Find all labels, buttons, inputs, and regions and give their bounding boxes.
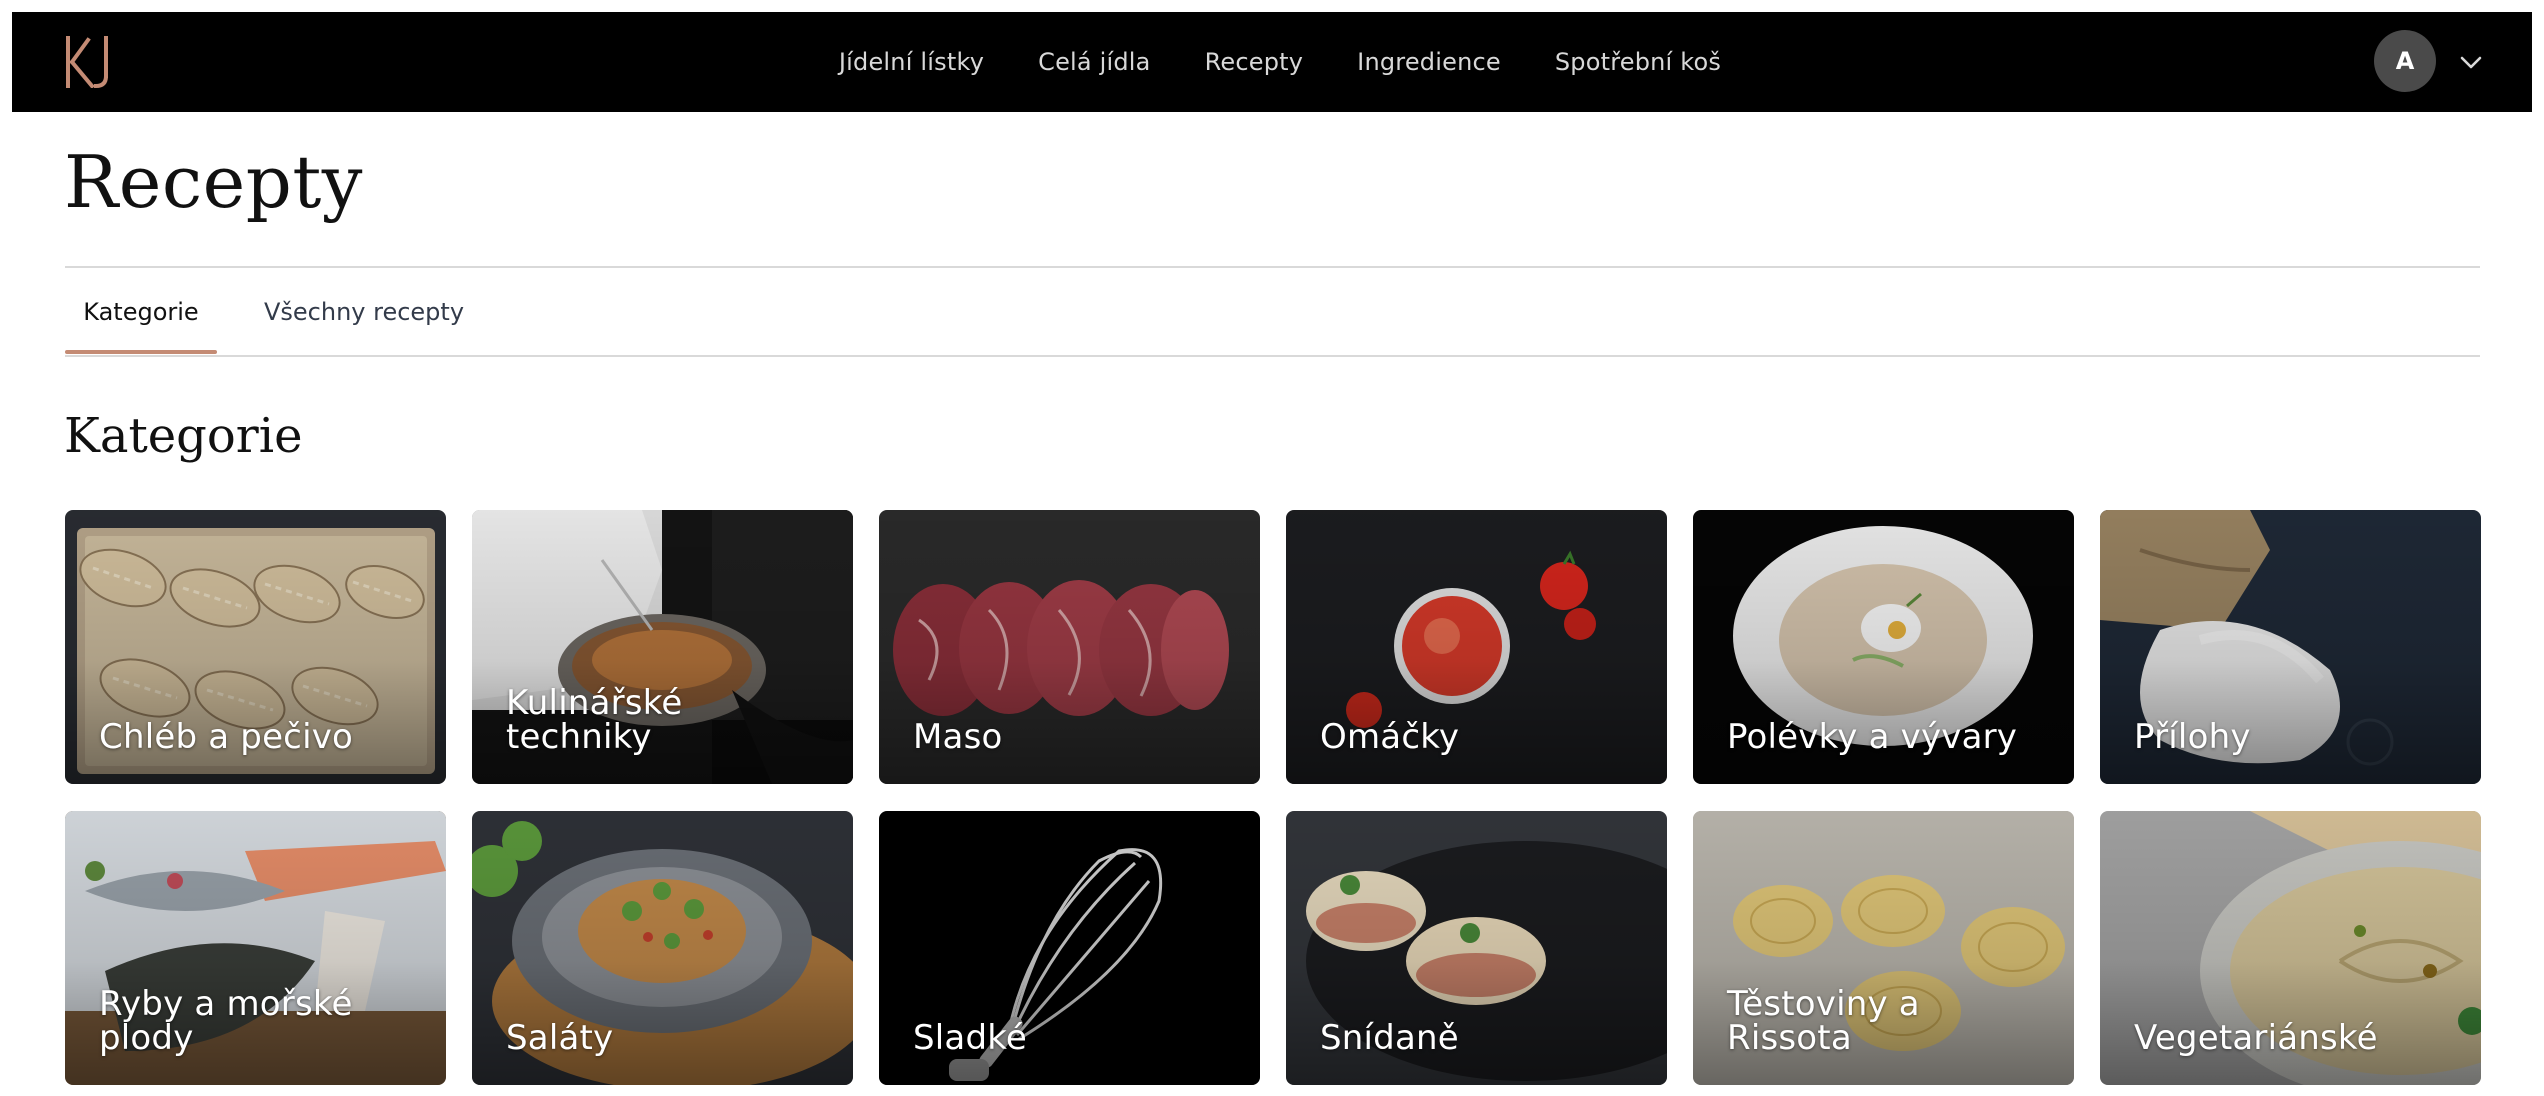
section-title: Kategorie [64, 408, 303, 464]
category-label: Snídaně [1320, 1018, 1459, 1058]
tab-vsechny-recepty[interactable]: Všechny recepty [241, 268, 487, 356]
category-label: Vegetariánské [2134, 1018, 2378, 1058]
category-card-polevky-a-vyvary[interactable]: Polévky a vývary [1693, 510, 2074, 784]
nav-item-recepty[interactable]: Recepty [1205, 48, 1304, 76]
category-card-omacky[interactable]: Omáčky [1286, 510, 1667, 784]
category-card-chleb-a-pecivo[interactable]: Chléb a pečivo [65, 510, 446, 784]
category-card-sladke[interactable]: Sladké [879, 811, 1260, 1085]
nav-item-cela-jidla[interactable]: Celá jídla [1038, 48, 1150, 76]
user-avatar[interactable]: A [2374, 30, 2436, 92]
top-navigation-bar: Jídelní lístky Celá jídla Recepty Ingred… [12, 12, 2532, 112]
page-title: Recepty [64, 140, 363, 224]
category-card-snidane[interactable]: Snídaně [1286, 811, 1667, 1085]
category-card-testoviny-a-rissota[interactable]: Těstoviny a Rissota [1693, 811, 2074, 1085]
active-tab-indicator [65, 350, 217, 354]
chevron-down-icon[interactable] [2458, 52, 2484, 72]
tab-kategorie[interactable]: Kategorie [65, 268, 217, 356]
category-label: Ryby a mořské plody [99, 984, 353, 1058]
category-label: Omáčky [1320, 717, 1460, 757]
main-nav: Jídelní lístky Celá jídla Recepty Ingred… [12, 12, 2532, 112]
category-label: Saláty [506, 1018, 614, 1058]
category-label: Chléb a pečivo [99, 717, 354, 757]
category-card-prilohy[interactable]: Přílohy [2100, 510, 2481, 784]
nav-item-ingredience[interactable]: Ingredience [1357, 48, 1501, 76]
tab-bar: Kategorie Všechny recepty [65, 268, 2480, 356]
category-card-maso[interactable]: Maso [879, 510, 1260, 784]
category-label: Polévky a vývary [1727, 717, 2018, 757]
category-label: Kulinářské techniky [506, 683, 683, 757]
category-label: Těstoviny a Rissota [1727, 984, 1920, 1058]
category-label: Sladké [913, 1018, 1028, 1058]
category-card-vegetarianske[interactable]: Vegetariánské [2100, 811, 2481, 1085]
category-card-salaty[interactable]: Saláty [472, 811, 853, 1085]
nav-item-spotrebni-kos[interactable]: Spotřební koš [1555, 48, 1721, 76]
category-card-kulinarske-techniky[interactable]: Kulinářské techniky [472, 510, 853, 784]
category-label: Přílohy [2134, 717, 2251, 757]
category-label: Maso [913, 717, 1003, 757]
tabs-divider [65, 355, 2480, 357]
nav-item-jidelni-listky[interactable]: Jídelní lístky [839, 48, 984, 76]
category-card-ryby-a-morske-plody[interactable]: Ryby a mořské plody [65, 811, 446, 1085]
